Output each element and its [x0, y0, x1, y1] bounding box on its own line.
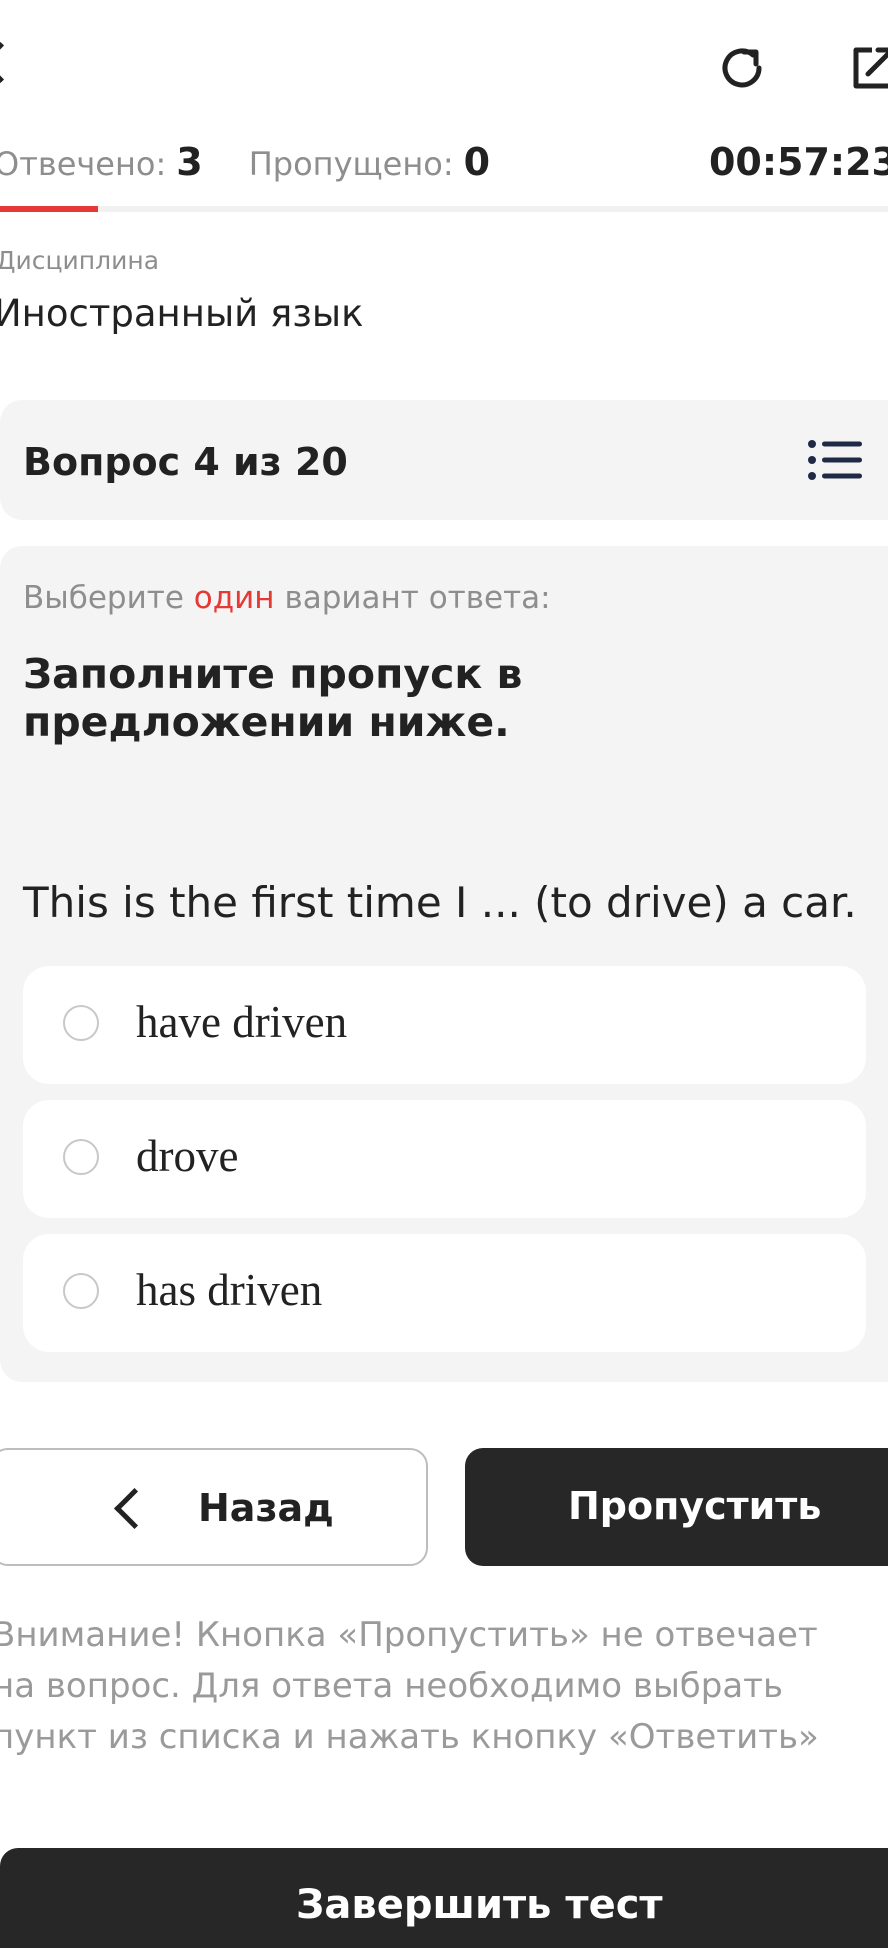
answer-option[interactable]: has driven: [23, 1234, 866, 1352]
notice-line: Внимание! Кнопка «Пропустить» не отвечае…: [0, 1615, 818, 1655]
chevron-left-icon: [113, 1487, 156, 1530]
instruction-suffix: вариант ответа:: [284, 580, 551, 616]
skip-button[interactable]: Пропустить: [465, 1448, 888, 1566]
list-icon[interactable]: [808, 440, 864, 480]
back-button-label: Назад: [198, 1486, 334, 1530]
radio-button[interactable]: [63, 1273, 99, 1309]
progress-fill: [0, 206, 98, 212]
reload-icon[interactable]: [712, 38, 772, 98]
discipline-label: Дисциплина: [0, 246, 160, 275]
option-text: has driven: [136, 1265, 323, 1315]
back-button[interactable]: Назад: [0, 1448, 428, 1566]
option-text: drove: [136, 1131, 239, 1181]
radio-button[interactable]: [63, 1139, 99, 1175]
stats-row: Отвечено: 3 Пропущено: 0: [0, 140, 490, 184]
finish-test-button[interactable]: Завершить тест: [0, 1848, 888, 1948]
instruction-accent: один: [193, 580, 275, 616]
finish-test-label: Завершить тест: [296, 1882, 663, 1928]
question-sentence: This is the first time I ... (to drive) …: [23, 878, 857, 927]
option-text: have driven: [136, 997, 348, 1047]
progress-bar: [0, 206, 888, 212]
instruction-prefix: Выберите: [23, 580, 184, 616]
skipped-label: Пропущено:: [248, 145, 454, 183]
notice-line: пункт из списка и нажать кнопку «Ответит…: [0, 1717, 819, 1757]
skip-notice: Внимание! Кнопка «Пропустить» не отвечае…: [0, 1610, 872, 1763]
answer-option[interactable]: have driven: [23, 966, 866, 1084]
external-link-icon[interactable]: [844, 38, 888, 98]
notice-line: на вопрос. Для ответа необходимо выбрать: [0, 1666, 784, 1706]
answered-label: Отвечено:: [0, 145, 167, 183]
timer: 00:57:23: [708, 140, 888, 184]
question-counter: Вопрос 4 из 20: [23, 440, 348, 484]
answer-option[interactable]: drove: [23, 1100, 866, 1218]
question-title: Заполните пропуск в предложении ниже.: [23, 650, 523, 746]
back-icon[interactable]: [0, 41, 22, 84]
skip-button-label: Пропустить: [568, 1484, 822, 1528]
skipped-count: 0: [463, 140, 491, 184]
discipline-value: Иностранный язык: [0, 292, 364, 335]
radio-button[interactable]: [63, 1005, 99, 1041]
answered-count: 3: [176, 140, 203, 184]
answer-instruction: Выберите один вариант ответа:: [23, 580, 551, 616]
